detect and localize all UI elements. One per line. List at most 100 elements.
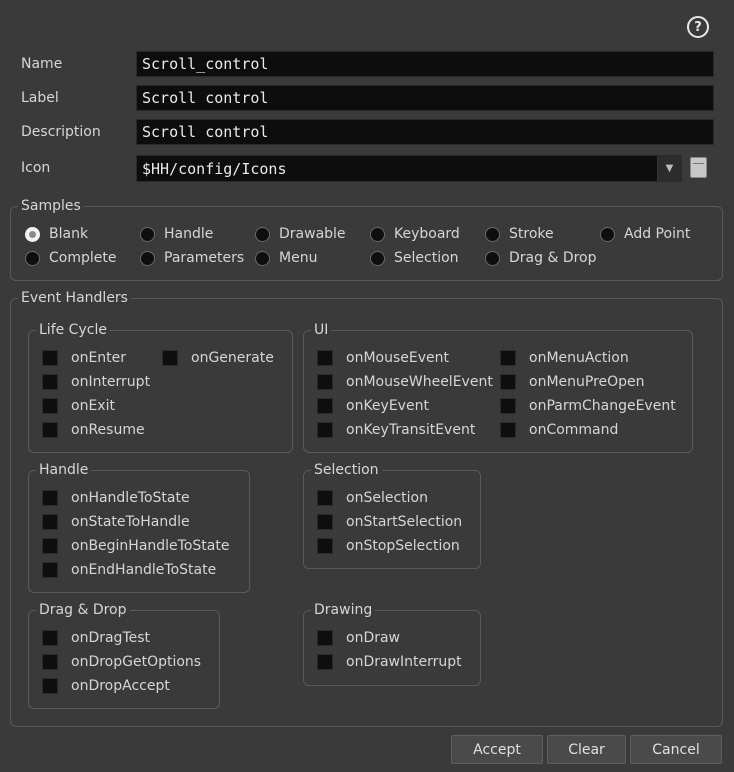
checkbox-label: onDrawInterrupt — [346, 654, 462, 670]
description-field[interactable]: Scroll control — [136, 119, 714, 145]
checkbox-on-parm-change-event[interactable]: onParmChangeEvent — [500, 396, 676, 416]
checkbox-box — [317, 350, 333, 366]
radio-dot-icon — [600, 226, 615, 242]
checkbox-label: onResume — [71, 422, 145, 438]
checkbox-label: onMouseWheelEvent — [346, 374, 493, 390]
checkbox-box — [42, 630, 58, 646]
radio-label: Drag & Drop — [509, 250, 597, 266]
checkbox-on-exit[interactable]: onExit — [42, 396, 115, 416]
chevron-down-icon[interactable]: ▼ — [657, 156, 681, 181]
checkbox-on-start-selection[interactable]: onStartSelection — [317, 512, 462, 532]
checkbox-box — [42, 490, 58, 506]
checkbox-on-draw[interactable]: onDraw — [317, 628, 400, 648]
description-label: Description — [21, 124, 101, 140]
radio-label: Selection — [394, 250, 459, 266]
checkbox-on-mouse-event[interactable]: onMouseEvent — [317, 348, 449, 368]
radio-dot-icon — [485, 226, 500, 242]
sample-radio-stroke[interactable]: Stroke — [485, 224, 554, 244]
checkbox-on-end-handle-to-state[interactable]: onEndHandleToState — [42, 560, 216, 580]
life-cycle-title: Life Cycle — [36, 322, 110, 338]
checkbox-on-handle-to-state[interactable]: onHandleToState — [42, 488, 190, 508]
checkbox-label: onDropGetOptions — [71, 654, 202, 670]
checkbox-box — [162, 350, 178, 366]
checkbox-label: onStateToHandle — [71, 514, 190, 530]
sample-radio-menu[interactable]: Menu — [255, 248, 317, 268]
checkbox-on-stop-selection[interactable]: onStopSelection — [317, 536, 460, 556]
checkbox-on-drop-get-options[interactable]: onDropGetOptions — [42, 652, 201, 672]
samples-title: Samples — [18, 198, 84, 214]
radio-dot-icon — [370, 250, 385, 266]
checkbox-on-mouse-wheel-event[interactable]: onMouseWheelEvent — [317, 372, 493, 392]
checkbox-label: onDropAccept — [71, 678, 170, 694]
radio-dot-icon — [485, 250, 500, 266]
radio-dot-icon — [25, 250, 40, 266]
radio-dot-icon — [25, 226, 40, 242]
sample-radio-parameters[interactable]: Parameters — [140, 248, 244, 268]
name-field[interactable]: Scroll_control — [136, 51, 714, 77]
checkbox-on-begin-handle-to-state[interactable]: onBeginHandleToState — [42, 536, 229, 556]
sample-radio-drawable[interactable]: Drawable — [255, 224, 346, 244]
checkbox-on-draw-interrupt[interactable]: onDrawInterrupt — [317, 652, 462, 672]
radio-label: Drawable — [279, 226, 346, 242]
checkbox-label: onStopSelection — [346, 538, 460, 554]
checkbox-on-resume[interactable]: onResume — [42, 420, 145, 440]
radio-dot-icon — [140, 250, 155, 266]
event-handlers-title: Event Handlers — [18, 290, 131, 306]
icon-combo[interactable]: $HH/config/Icons ▼ — [136, 155, 682, 182]
checkbox-box — [317, 538, 333, 554]
sample-radio-complete[interactable]: Complete — [25, 248, 116, 268]
checkbox-label: onKeyTransitEvent — [346, 422, 476, 438]
checkbox-box — [42, 422, 58, 438]
sample-radio-add-point[interactable]: Add Point — [600, 224, 690, 244]
sample-radio-blank[interactable]: Blank — [25, 224, 88, 244]
file-browse-icon[interactable] — [690, 157, 707, 178]
checkbox-box — [42, 562, 58, 578]
radio-dot-icon — [255, 226, 270, 242]
checkbox-on-state-to-handle[interactable]: onStateToHandle — [42, 512, 190, 532]
cancel-button[interactable]: Cancel — [630, 735, 722, 764]
checkbox-label: onGenerate — [191, 350, 274, 366]
checkbox-on-command[interactable]: onCommand — [500, 420, 618, 440]
radio-label: Stroke — [509, 226, 554, 242]
checkbox-box — [42, 538, 58, 554]
sample-radio-keyboard[interactable]: Keyboard — [370, 224, 460, 244]
clear-button[interactable]: Clear — [547, 735, 626, 764]
checkbox-on-drop-accept[interactable]: onDropAccept — [42, 676, 170, 696]
label-label: Label — [21, 90, 59, 106]
ui-title: UI — [311, 322, 332, 338]
sample-radio-selection[interactable]: Selection — [370, 248, 459, 268]
checkbox-label: onMouseEvent — [346, 350, 449, 366]
checkbox-box — [42, 398, 58, 414]
checkbox-label: onParmChangeEvent — [529, 398, 676, 414]
checkbox-on-generate[interactable]: onGenerate — [162, 348, 274, 368]
icon-label: Icon — [21, 160, 51, 176]
sample-radio-drag-drop[interactable]: Drag & Drop — [485, 248, 597, 268]
checkbox-box — [500, 374, 516, 390]
help-icon[interactable]: ? — [687, 16, 709, 38]
drawing-title: Drawing — [311, 602, 376, 618]
radio-label: Add Point — [624, 226, 691, 242]
checkbox-on-interrupt[interactable]: onInterrupt — [42, 372, 150, 392]
checkbox-on-menu-action[interactable]: onMenuAction — [500, 348, 629, 368]
radio-label: Handle — [164, 226, 214, 242]
checkbox-label: onStartSelection — [346, 514, 463, 530]
checkbox-on-drag-test[interactable]: onDragTest — [42, 628, 150, 648]
checkbox-on-selection[interactable]: onSelection — [317, 488, 428, 508]
accept-button[interactable]: Accept — [451, 735, 543, 764]
icon-path-value[interactable]: $HH/config/Icons — [137, 160, 657, 178]
checkbox-box — [317, 490, 333, 506]
checkbox-on-key-event[interactable]: onKeyEvent — [317, 396, 429, 416]
checkbox-on-key-transit-event[interactable]: onKeyTransitEvent — [317, 420, 475, 440]
checkbox-label: onMenuAction — [529, 350, 629, 366]
label-field[interactable]: Scroll control — [136, 85, 714, 111]
radio-dot-icon — [370, 226, 385, 242]
checkbox-label: onDragTest — [71, 630, 151, 646]
checkbox-box — [317, 630, 333, 646]
checkbox-label: onHandleToState — [71, 490, 190, 506]
checkbox-on-menu-pre-open[interactable]: onMenuPreOpen — [500, 372, 645, 392]
radio-dot-icon — [255, 250, 270, 266]
drawing-group — [303, 610, 481, 686]
checkbox-label: onEndHandleToState — [71, 562, 217, 578]
sample-radio-handle[interactable]: Handle — [140, 224, 213, 244]
checkbox-on-enter[interactable]: onEnter — [42, 348, 126, 368]
